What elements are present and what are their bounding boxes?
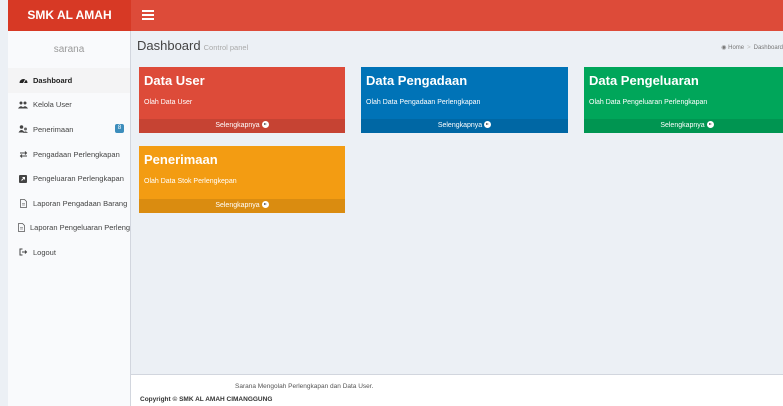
box-title: Data Pengadaan [366, 73, 468, 88]
sidebar-item-label: Logout [33, 247, 56, 257]
top-navbar: SMK AL AMAH [8, 0, 783, 31]
footer-text: Sarana Mengolah Perlengkapan dan Data Us… [235, 383, 374, 390]
selengkapnya-link[interactable]: Selengkapnya [361, 119, 568, 133]
box-description: Olah Data Pengadaan Perlengkapan [366, 99, 481, 106]
box-description: Olah Data Stok Perlengkepan [144, 178, 237, 185]
sidebar: sarana Dashboard Kelola User Penerimaan … [8, 31, 131, 406]
user-panel: sarana [53, 44, 85, 55]
file-icon [18, 223, 25, 233]
box-description: Olah Data Pengeluaran Perlengkapan [589, 99, 708, 106]
menu-toggle-icon[interactable] [142, 10, 154, 20]
sidebar-item-logout[interactable]: Logout [8, 240, 130, 265]
box-title: Data User [144, 73, 205, 88]
home-icon: ◉ [721, 45, 727, 51]
data-pengadaan-box: Data Pengadaan Olah Data Pengadaan Perle… [361, 67, 568, 133]
sidebar-item-label: Laporan Pengadaan Barang [33, 198, 128, 208]
penerimaan-box: Penerimaan Olah Data Stok Perlengkepan S… [139, 146, 345, 213]
sidebar-item-label: Pengadaan Perlengkapan [33, 149, 120, 159]
breadcrumb-current: Dashboard [753, 45, 783, 51]
page-title-text: Dashboard [137, 38, 201, 53]
selengkapnya-link[interactable]: Selengkapnya [139, 119, 345, 133]
brand-logo[interactable]: SMK AL AMAH [8, 0, 131, 31]
arrow-circle-right-icon [261, 121, 269, 128]
arrow-circle-right-icon [706, 121, 714, 128]
page-subtitle: Control panel [203, 43, 249, 52]
sidebar-item-label: Pengeluaran Perlengkapan [33, 174, 124, 184]
sidebar-item-label: Kelola User [33, 100, 72, 110]
sidebar-item-label: Laporan Pengeluaran Perlengkapan [30, 223, 130, 233]
sidebar-item-laporan-pengadaan[interactable]: Laporan Pengadaan Barang [8, 191, 130, 216]
content-wrapper: Dashboard Control panel ◉ Home > Dashboard … [131, 31, 783, 374]
file-icon [18, 198, 28, 208]
external-link-icon [18, 174, 28, 183]
page-title: Dashboard Control panel [137, 38, 248, 53]
dashboard-icon [18, 77, 28, 84]
main-footer: Sarana Mengolah Perlengkapan dan Data Us… [131, 374, 783, 406]
arrow-circle-right-icon [261, 201, 269, 208]
data-pengeluaran-box: Data Pengeluaran Olah Data Pengeluaran P… [584, 67, 783, 133]
sidebar-item-laporan-pengeluaran[interactable]: Laporan Pengeluaran Perlengkapan [8, 216, 130, 241]
page: SMK AL AMAH sarana Dashboard Kelola User [8, 0, 783, 406]
handshake-icon [18, 125, 28, 134]
sidebar-item-label: Penerimaan [33, 124, 74, 134]
selengkapnya-link[interactable]: Selengkapnya [139, 199, 345, 213]
link-label: Selengkapnya [215, 202, 260, 209]
link-label: Selengkapnya [215, 122, 260, 129]
sidebar-item-pengeluaran[interactable]: Pengeluaran Perlengkapan [8, 166, 130, 191]
sidebar-item-pengadaan[interactable]: Pengadaan Perlengkapan [8, 142, 130, 167]
box-title: Data Pengeluaran [589, 73, 699, 88]
content-header: Dashboard Control panel ◉ Home > Dashboard [131, 31, 783, 61]
sidebar-item-label: Dashboard [33, 75, 73, 85]
copyright-text: Copyright © SMK AL AMAH CIMANGGUNG [140, 396, 273, 403]
breadcrumb-home[interactable]: Home [728, 45, 744, 51]
arrow-circle-right-icon [484, 121, 492, 128]
sidebar-item-dashboard[interactable]: Dashboard [8, 68, 130, 93]
exchange-icon [18, 150, 28, 158]
box-description: Olah Data User [144, 99, 193, 106]
selengkapnya-link[interactable]: Selengkapnya [584, 119, 783, 133]
users-icon [18, 101, 28, 109]
sign-out-icon [18, 248, 28, 256]
sidebar-menu: Dashboard Kelola User Penerimaan 8 Penga… [8, 68, 130, 265]
link-label: Selengkapnya [437, 122, 483, 129]
sidebar-item-penerimaan[interactable]: Penerimaan 8 [8, 117, 130, 142]
box-title: Penerimaan [144, 152, 218, 167]
data-user-box: Data User Olah Data User Selengkapnya [139, 67, 345, 133]
breadcrumb: ◉ Home > Dashboard [721, 45, 783, 51]
sidebar-item-kelola-user[interactable]: Kelola User [8, 93, 130, 118]
notification-badge: 8 [115, 124, 124, 134]
link-label: Selengkapnya [660, 122, 705, 129]
